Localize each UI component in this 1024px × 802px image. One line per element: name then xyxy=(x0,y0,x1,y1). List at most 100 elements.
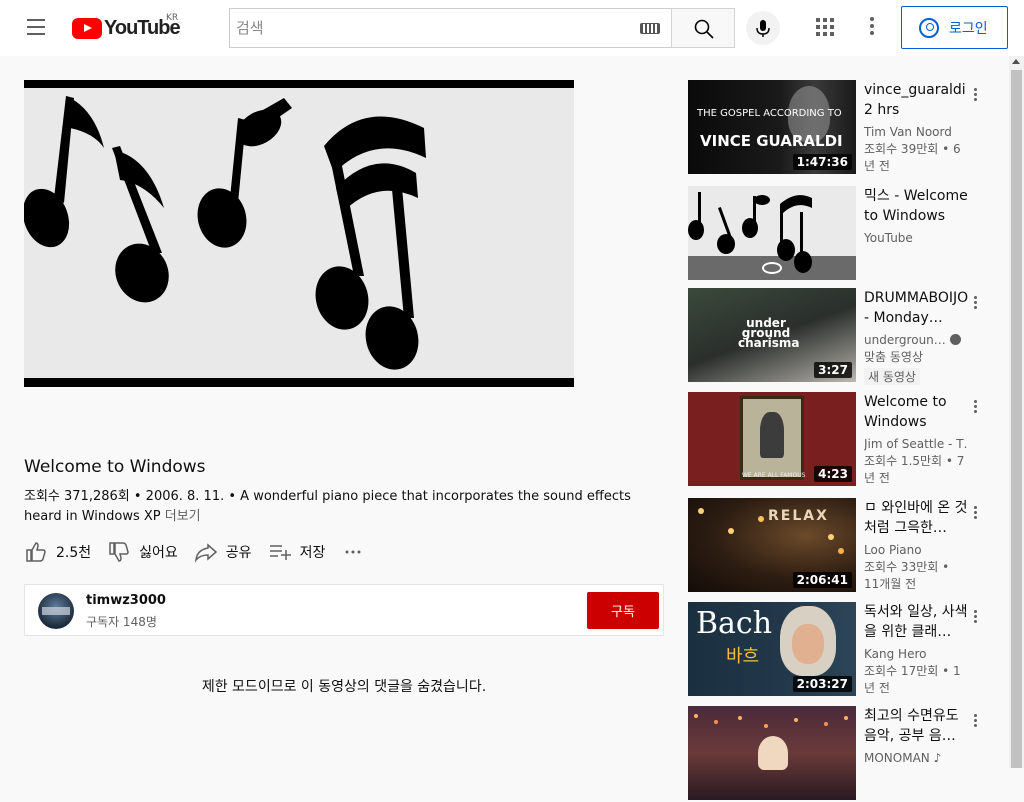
like-count: 2.5천 xyxy=(56,545,92,561)
video-thumbnail[interactable] xyxy=(688,186,856,280)
video-actions: 2.5천 싫어요 공유 저장 xyxy=(24,537,389,567)
voice-search-button[interactable] xyxy=(746,11,780,45)
share-button[interactable]: 공유 xyxy=(194,537,252,567)
more-options-icon[interactable] xyxy=(974,712,978,730)
video-title: Welcome to Windows xyxy=(24,457,206,477)
related-stats: 조회수 39만회 • 6년 전 xyxy=(864,142,961,173)
video-duration: 4:23 xyxy=(814,466,852,482)
more-options-icon[interactable] xyxy=(974,398,978,416)
video-thumbnail[interactable]: under ground charisma 3:27 xyxy=(688,288,856,382)
top-bar: YouTube KR 로그인 xyxy=(0,0,1024,56)
region-label: KR xyxy=(166,13,179,23)
microphone-icon xyxy=(756,20,770,37)
apps-grid-icon[interactable] xyxy=(814,16,836,38)
related-stats: 조회수 33만회 • 11개월 전 xyxy=(864,560,950,591)
related-video-item[interactable]: Bach 바흐 2:03:27 독서와 일상, 사색을 위한 클래… Kang … xyxy=(688,602,998,698)
related-video-item[interactable]: WE ARE ALL FAMOUS 4:23 Welcome to Window… xyxy=(688,392,998,488)
related-channel: YouTube xyxy=(864,231,913,245)
related-video-item[interactable]: under ground charisma 3:27 DRUMMABOIJO -… xyxy=(688,288,998,385)
dislike-button[interactable]: 싫어요 xyxy=(107,537,178,567)
related-channel: undergroun… xyxy=(864,332,968,349)
more-options-icon[interactable] xyxy=(974,608,978,626)
page-scrollbar[interactable] xyxy=(1009,56,1024,768)
related-title: 믹스 - Welcome to Windows xyxy=(864,188,968,224)
hamburger-menu-icon[interactable] xyxy=(20,14,52,42)
related-stats: 조회수 1.5만회 • 7년 전 xyxy=(864,454,965,485)
thumbnail-text: WE ARE ALL FAMOUS xyxy=(742,472,806,479)
related-video-item[interactable]: THE GOSPEL ACCORDING TO VINCE GUARALDI 1… xyxy=(688,80,998,176)
search-button[interactable] xyxy=(671,8,735,48)
save-button[interactable]: 저장 xyxy=(268,537,326,567)
separator: • xyxy=(224,489,241,504)
user-icon xyxy=(919,17,939,38)
more-options-icon[interactable] xyxy=(864,14,880,40)
related-channel: MONOMAN ♪ xyxy=(864,750,968,767)
channel-label: undergroun… xyxy=(864,333,946,347)
video-thumbnail[interactable]: THE GOSPEL ACCORDING TO VINCE GUARALDI 1… xyxy=(688,80,856,174)
music-note-icon: ♪ xyxy=(933,751,942,765)
scroll-up-arrow-icon[interactable] xyxy=(1012,59,1020,64)
related-title: 최고의 수면유도 음악, 공부 음… xyxy=(864,708,959,744)
dislike-label: 싫어요 xyxy=(139,545,178,561)
share-label: 공유 xyxy=(225,545,252,561)
channel-name[interactable]: timwz3000 xyxy=(86,593,166,608)
view-count: 조회수 371,286회 xyxy=(24,489,130,504)
more-options-icon[interactable] xyxy=(974,86,978,104)
separator: • xyxy=(129,489,146,504)
thumbnail-text: Bach xyxy=(696,606,773,641)
related-title: Welcome to Windows xyxy=(864,394,947,430)
music-notes-image xyxy=(24,96,426,370)
thumbnail-text: THE GOSPEL ACCORDING TO xyxy=(697,108,842,119)
related-title: vince_guaraldi 2 hrs xyxy=(864,82,966,118)
like-button[interactable]: 2.5천 xyxy=(24,537,91,567)
share-icon xyxy=(194,543,217,563)
video-player[interactable] xyxy=(24,80,574,387)
show-more-link[interactable]: 더보기 xyxy=(165,509,201,524)
login-button[interactable]: 로그인 xyxy=(901,6,1008,49)
video-thumbnail[interactable]: Bach 바흐 2:03:27 xyxy=(688,602,856,696)
verified-icon xyxy=(949,334,961,345)
channel-label: MONOMAN xyxy=(864,751,930,765)
related-video-item[interactable]: 믹스 - Welcome to Windows YouTube xyxy=(688,186,998,282)
video-thumbnail[interactable]: WE ARE ALL FAMOUS 4:23 xyxy=(688,392,856,486)
radio-icon xyxy=(762,262,782,274)
video-duration: 2:03:27 xyxy=(792,676,852,692)
related-channel: Loo Piano xyxy=(864,543,922,557)
search-input[interactable] xyxy=(230,9,630,47)
more-options-icon[interactable] xyxy=(974,294,978,312)
youtube-play-icon xyxy=(72,17,102,39)
scrollbar-thumb[interactable] xyxy=(1011,70,1022,768)
youtube-logo[interactable]: YouTube xyxy=(72,17,181,39)
thumbnail-text: under ground charisma xyxy=(738,316,800,350)
video-duration: 2:06:41 xyxy=(792,572,852,588)
related-video-item[interactable]: 최고의 수면유도 음악, 공부 음… MONOMAN ♪ xyxy=(688,706,998,802)
related-title: ㅁ 와인바에 온 것 처럼 그윽한… xyxy=(864,500,968,536)
video-description: 조회수 371,286회 • 2006. 8. 11. • A wonderfu… xyxy=(24,487,654,527)
video-frame xyxy=(24,88,574,378)
thumbs-up-icon xyxy=(26,542,46,562)
more-options-icon[interactable] xyxy=(974,504,978,522)
video-duration: 3:27 xyxy=(814,362,852,378)
channel-box: timwz3000 구독자 148명 구독 xyxy=(24,584,664,636)
thumbs-down-icon xyxy=(109,542,129,562)
more-horizontal-icon xyxy=(345,550,361,554)
search-icon xyxy=(694,19,714,39)
more-actions-button[interactable] xyxy=(341,537,373,567)
thumbnail-text: 바흐 xyxy=(726,646,760,667)
related-stats: 조회수 17만회 • 1년 전 xyxy=(864,664,961,695)
subscribe-button[interactable]: 구독 xyxy=(587,592,659,629)
playlist-add-icon xyxy=(269,545,291,560)
comments-disabled-note: 제한 모드이므로 이 동영상의 댓글을 숨겼습니다. xyxy=(201,679,487,695)
video-thumbnail[interactable]: RELAX 2:06:41 xyxy=(688,498,856,592)
video-duration: 1:47:36 xyxy=(792,154,852,170)
channel-avatar[interactable] xyxy=(38,593,74,629)
related-video-item[interactable]: RELAX 2:06:41 ㅁ 와인바에 온 것 처럼 그윽한… Loo Pia… xyxy=(688,498,998,594)
related-title: DRUMMABOIJO - Monday… xyxy=(864,290,968,326)
video-thumbnail[interactable] xyxy=(688,706,856,800)
keyboard-icon[interactable] xyxy=(640,23,660,34)
related-channel: Jim of Seattle - T… xyxy=(864,437,968,451)
subscriber-count: 구독자 148명 xyxy=(86,615,157,629)
save-label: 저장 xyxy=(299,545,326,561)
search-box xyxy=(229,8,671,48)
upload-date: 2006. 8. 11. xyxy=(145,489,225,504)
